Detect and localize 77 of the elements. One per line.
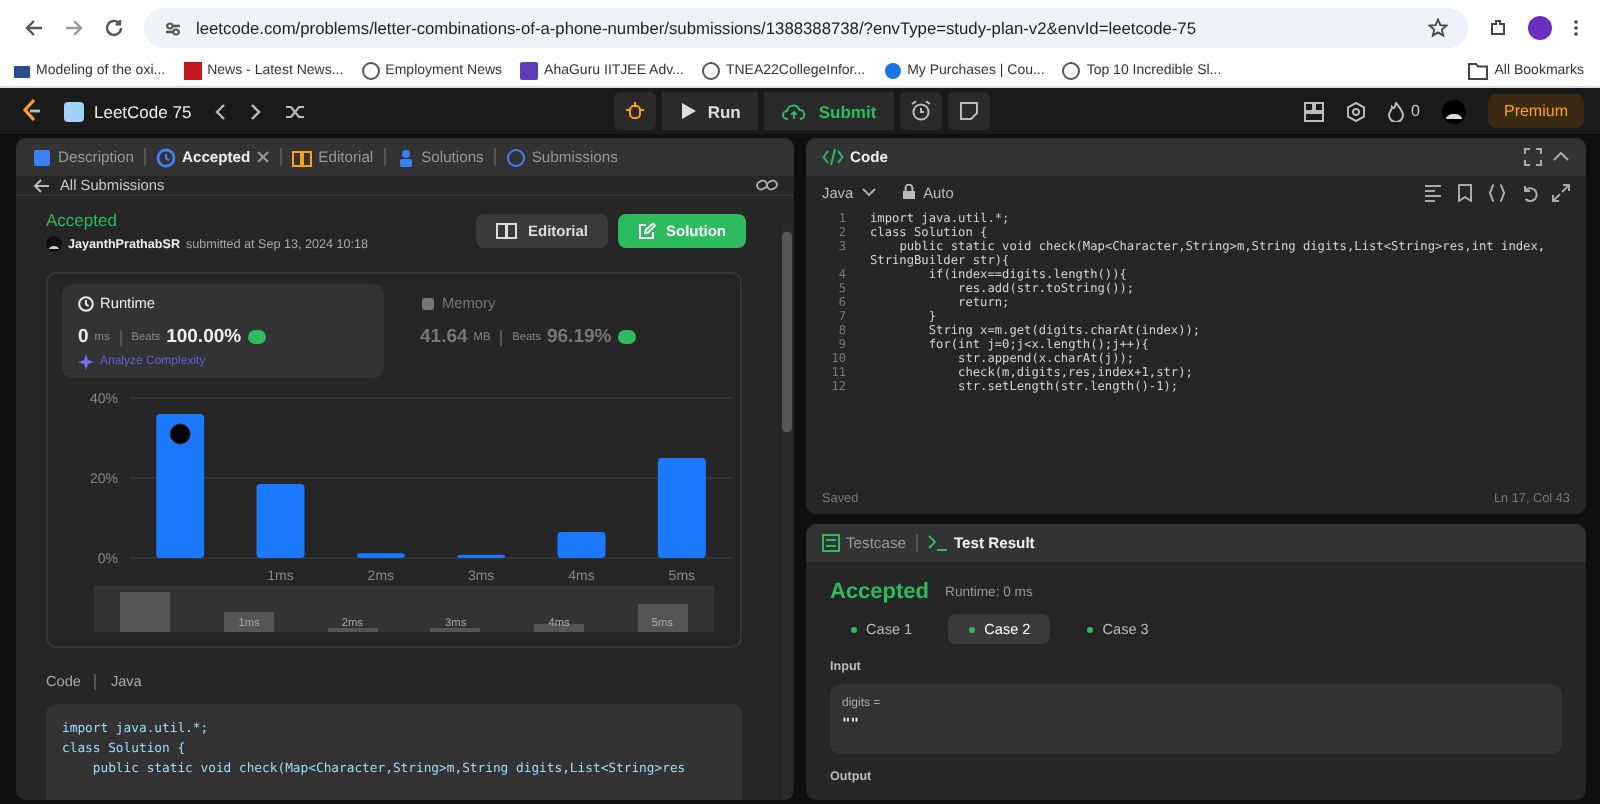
study-plan-link[interactable]: LeetCode 75 (64, 101, 192, 121)
beats-percent: 100.00% (166, 326, 242, 348)
user-avatar (46, 236, 62, 252)
debug-icon[interactable] (613, 92, 656, 130)
braces-icon[interactable] (1488, 183, 1506, 201)
layout-icon[interactable] (1303, 101, 1324, 121)
edit-icon (638, 222, 656, 240)
bar[interactable] (156, 414, 205, 558)
code-icon (822, 148, 844, 166)
premium-button[interactable]: Premium (1487, 94, 1584, 128)
logo-icon[interactable] (20, 98, 44, 124)
fullscreen-icon[interactable] (1524, 148, 1542, 166)
run-button[interactable]: Run (661, 92, 759, 130)
bar[interactable] (356, 553, 405, 558)
beats-percent: 96.19% (546, 326, 612, 348)
site-settings-icon (164, 19, 182, 37)
chip-icon (420, 295, 436, 311)
bookmark-icon[interactable] (1456, 183, 1474, 201)
terminal-icon (927, 534, 948, 552)
result-status: Accepted (830, 580, 930, 604)
site-favicon-icon (520, 62, 539, 80)
site-favicon-icon (361, 62, 380, 80)
sparkle-icon (78, 354, 94, 370)
stat-value: 0 (78, 326, 89, 348)
next-icon[interactable] (247, 101, 264, 121)
submit-button[interactable]: Submit (764, 92, 895, 130)
folder-icon (1468, 62, 1489, 80)
person-icon (395, 147, 416, 167)
flame-icon (1387, 101, 1404, 121)
chevron-down-icon (861, 187, 876, 197)
history-icon (505, 147, 526, 167)
lock-icon (901, 184, 916, 200)
site-favicon-icon (883, 62, 902, 80)
clock-icon (155, 147, 176, 167)
site-favicon-icon (12, 62, 30, 80)
url-text: leetcode.com/problems/letter-combinations-of-a-phone-number/submissions/1388388738/?envType=study-plan-v2&envId=leetcode-75 (196, 18, 1197, 38)
stat-value: 41.64 (420, 326, 468, 348)
site-favicon-icon (1062, 62, 1081, 80)
expand-icon[interactable] (1552, 183, 1570, 201)
link-icon[interactable] (756, 176, 778, 194)
site-favicon-icon (701, 62, 720, 80)
menu-icon[interactable] (1572, 18, 1580, 38)
study-plan-icon (64, 101, 84, 121)
previous-icon[interactable] (211, 101, 228, 121)
play-icon (679, 102, 696, 120)
back-arrow-icon (32, 177, 50, 193)
undo-icon[interactable] (1520, 183, 1538, 201)
bar[interactable] (657, 458, 706, 558)
book-icon (495, 222, 518, 240)
forward-arrow-icon[interactable] (64, 18, 84, 38)
collapse-icon[interactable] (1552, 148, 1570, 166)
settings-icon[interactable] (1345, 101, 1366, 121)
profile-avatar-icon[interactable] (1528, 16, 1552, 40)
close-icon (256, 150, 271, 164)
note-icon[interactable] (948, 92, 991, 130)
site-favicon-icon (183, 62, 202, 80)
checklist-icon (822, 534, 840, 552)
extensions-icon[interactable] (1488, 18, 1508, 38)
streak-counter[interactable]: 0 (1387, 101, 1420, 121)
clock-icon (78, 295, 94, 311)
address-bar[interactable]: leetcode.com/problems/letter-combinations-of-a-phone-number/submissions/1388388738/?envType=study-plan-v2&envId=leetcode-75 (144, 8, 1468, 48)
pass-dot-icon (968, 625, 977, 633)
star-icon[interactable] (1428, 18, 1448, 38)
reload-icon[interactable] (104, 18, 124, 38)
user-avatar[interactable] (1441, 99, 1466, 123)
mini-bar (120, 592, 171, 632)
status-text: Accepted (46, 210, 119, 230)
pass-dot-icon (1086, 625, 1095, 633)
format-icon[interactable] (1424, 183, 1442, 201)
description-icon (32, 147, 52, 167)
alarm-clock-icon[interactable] (900, 92, 943, 130)
pass-dot-icon (850, 625, 858, 633)
user-avatar (169, 423, 191, 445)
back-arrow-icon[interactable] (24, 18, 44, 38)
book-icon (292, 147, 313, 167)
shuffle-icon[interactable] (283, 101, 306, 121)
cloud-upload-icon (782, 102, 807, 120)
